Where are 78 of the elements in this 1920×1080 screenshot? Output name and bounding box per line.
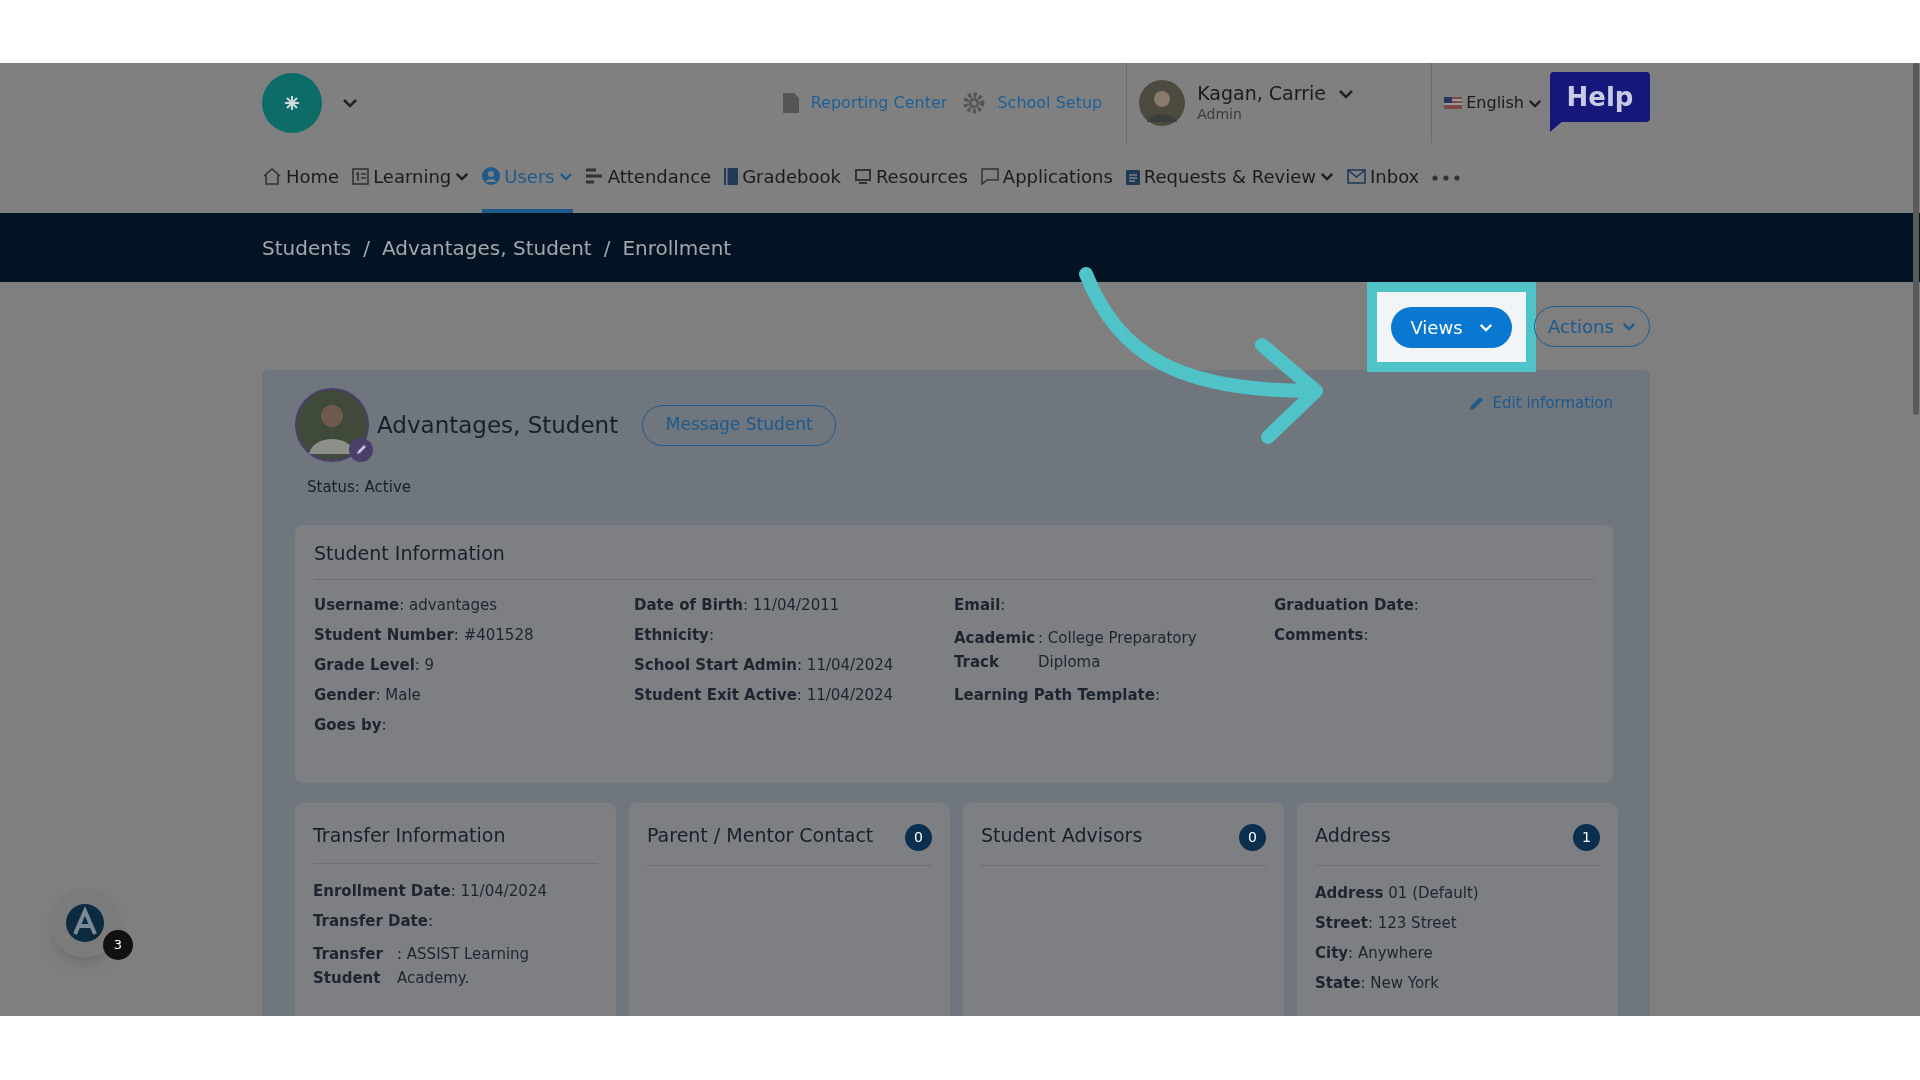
field-label: Academic Track xyxy=(954,628,1037,673)
nav-tab[interactable]: Applications xyxy=(980,143,1113,213)
clipboard-icon xyxy=(1125,167,1140,185)
nav-tab[interactable]: Inbox xyxy=(1347,143,1420,213)
nav-tab[interactable]: Learning xyxy=(352,143,470,213)
field-label: Transfer Student xyxy=(313,944,384,989)
chevron-down-icon xyxy=(1528,98,1542,108)
nav-tab[interactable]: Attendance xyxy=(585,143,712,213)
chevron-down-icon xyxy=(1478,322,1493,332)
field-text: Username: advantages xyxy=(314,596,499,614)
book-icon xyxy=(724,167,739,185)
chat-icon xyxy=(980,167,999,185)
field-text: Goes by: xyxy=(314,716,388,734)
breadcrumb-link[interactable]: Enrollment xyxy=(622,232,732,263)
user-name[interactable]: Kagan, Carrie xyxy=(1197,82,1326,107)
breadcrumb-separator: / xyxy=(363,234,370,262)
more-icon xyxy=(1432,175,1461,181)
notification-count: 3 xyxy=(103,930,133,960)
field-text: Comments: xyxy=(1274,626,1370,644)
scrollbar-thumb[interactable] xyxy=(1913,63,1919,415)
pencil-icon xyxy=(1468,395,1485,412)
field-value: : ASSIST Learning Academy. xyxy=(397,944,531,989)
status-text: Status: Active xyxy=(307,477,413,498)
field-text: Street: 123 Street xyxy=(1315,913,1458,932)
asterisk-icon xyxy=(285,96,299,110)
language-selector[interactable]: English xyxy=(1444,91,1542,115)
avatar xyxy=(1139,80,1186,126)
field-text: Ethnicity: xyxy=(634,626,715,644)
edit-photo-icon[interactable] xyxy=(349,438,373,462)
field-text: Learning Path Template: xyxy=(954,686,1161,704)
mail-icon xyxy=(1347,168,1366,184)
count-badge: 0 xyxy=(905,823,932,851)
breadcrumb-link[interactable]: Students xyxy=(262,232,352,263)
views-button[interactable]: Views xyxy=(1391,306,1512,348)
field-text: Transfer Date: xyxy=(313,912,434,930)
field-text: Graduation Date: xyxy=(1274,596,1420,614)
field-text: Student Exit Active: 11/04/2024 xyxy=(634,686,895,704)
field-text: Address 01 (Default) xyxy=(1315,883,1480,902)
chevron-down-icon[interactable] xyxy=(342,98,358,108)
flag-icon xyxy=(1444,97,1463,109)
speech-tail-icon xyxy=(1550,120,1564,132)
nav-tab[interactable]: Gradebook xyxy=(724,143,841,213)
home-icon xyxy=(262,167,282,185)
count-badge: 0 xyxy=(1239,823,1266,851)
field-text: City: Anywhere xyxy=(1315,943,1434,962)
field-text: School Start Admin: 11/04/2024 xyxy=(634,656,895,674)
field-text: Grade Level: 9 xyxy=(314,656,436,674)
field-text: Date of Birth: 11/04/2011 xyxy=(634,596,841,614)
field-value: : College Preparatory Diploma xyxy=(1038,628,1198,673)
help-button[interactable]: Help xyxy=(1550,72,1650,122)
nav-tab[interactable]: Home xyxy=(262,143,340,213)
field-text: Enrollment Date: 11/04/2024 xyxy=(313,882,548,900)
card-title: Student Advisors xyxy=(981,822,1143,848)
card-title: Parent / Mentor Contact xyxy=(647,822,874,848)
nav-tab[interactable]: Requests & Review xyxy=(1125,143,1334,213)
grid-icon xyxy=(352,167,370,185)
chevron-down-icon xyxy=(1621,321,1636,331)
nav-tab[interactable]: Resources xyxy=(853,143,968,213)
student-name: Advantages, Student xyxy=(377,410,619,440)
settings-icon xyxy=(963,92,986,114)
section-title: Student Information xyxy=(314,538,1594,580)
count-badge: 1 xyxy=(1573,823,1600,851)
logo-icon xyxy=(64,902,106,944)
user-role: Admin xyxy=(1197,106,1243,124)
field-text: Email: xyxy=(954,596,1007,614)
document-icon xyxy=(782,93,799,113)
card-title: Address xyxy=(1315,822,1391,848)
logo[interactable] xyxy=(262,73,322,133)
field-text: Gender: Male xyxy=(314,686,422,704)
card-title: Transfer Information xyxy=(313,822,506,848)
breadcrumb-link[interactable]: Advantages, Student xyxy=(381,232,592,263)
monitor-icon xyxy=(853,168,872,184)
user-icon xyxy=(482,167,501,185)
field-text: Student Number: #401528 xyxy=(314,626,535,644)
breadcrumb-separator: / xyxy=(603,234,611,262)
bars-icon xyxy=(585,168,604,184)
chevron-down-icon[interactable] xyxy=(1338,89,1354,100)
field-text: State: New York xyxy=(1315,973,1440,992)
